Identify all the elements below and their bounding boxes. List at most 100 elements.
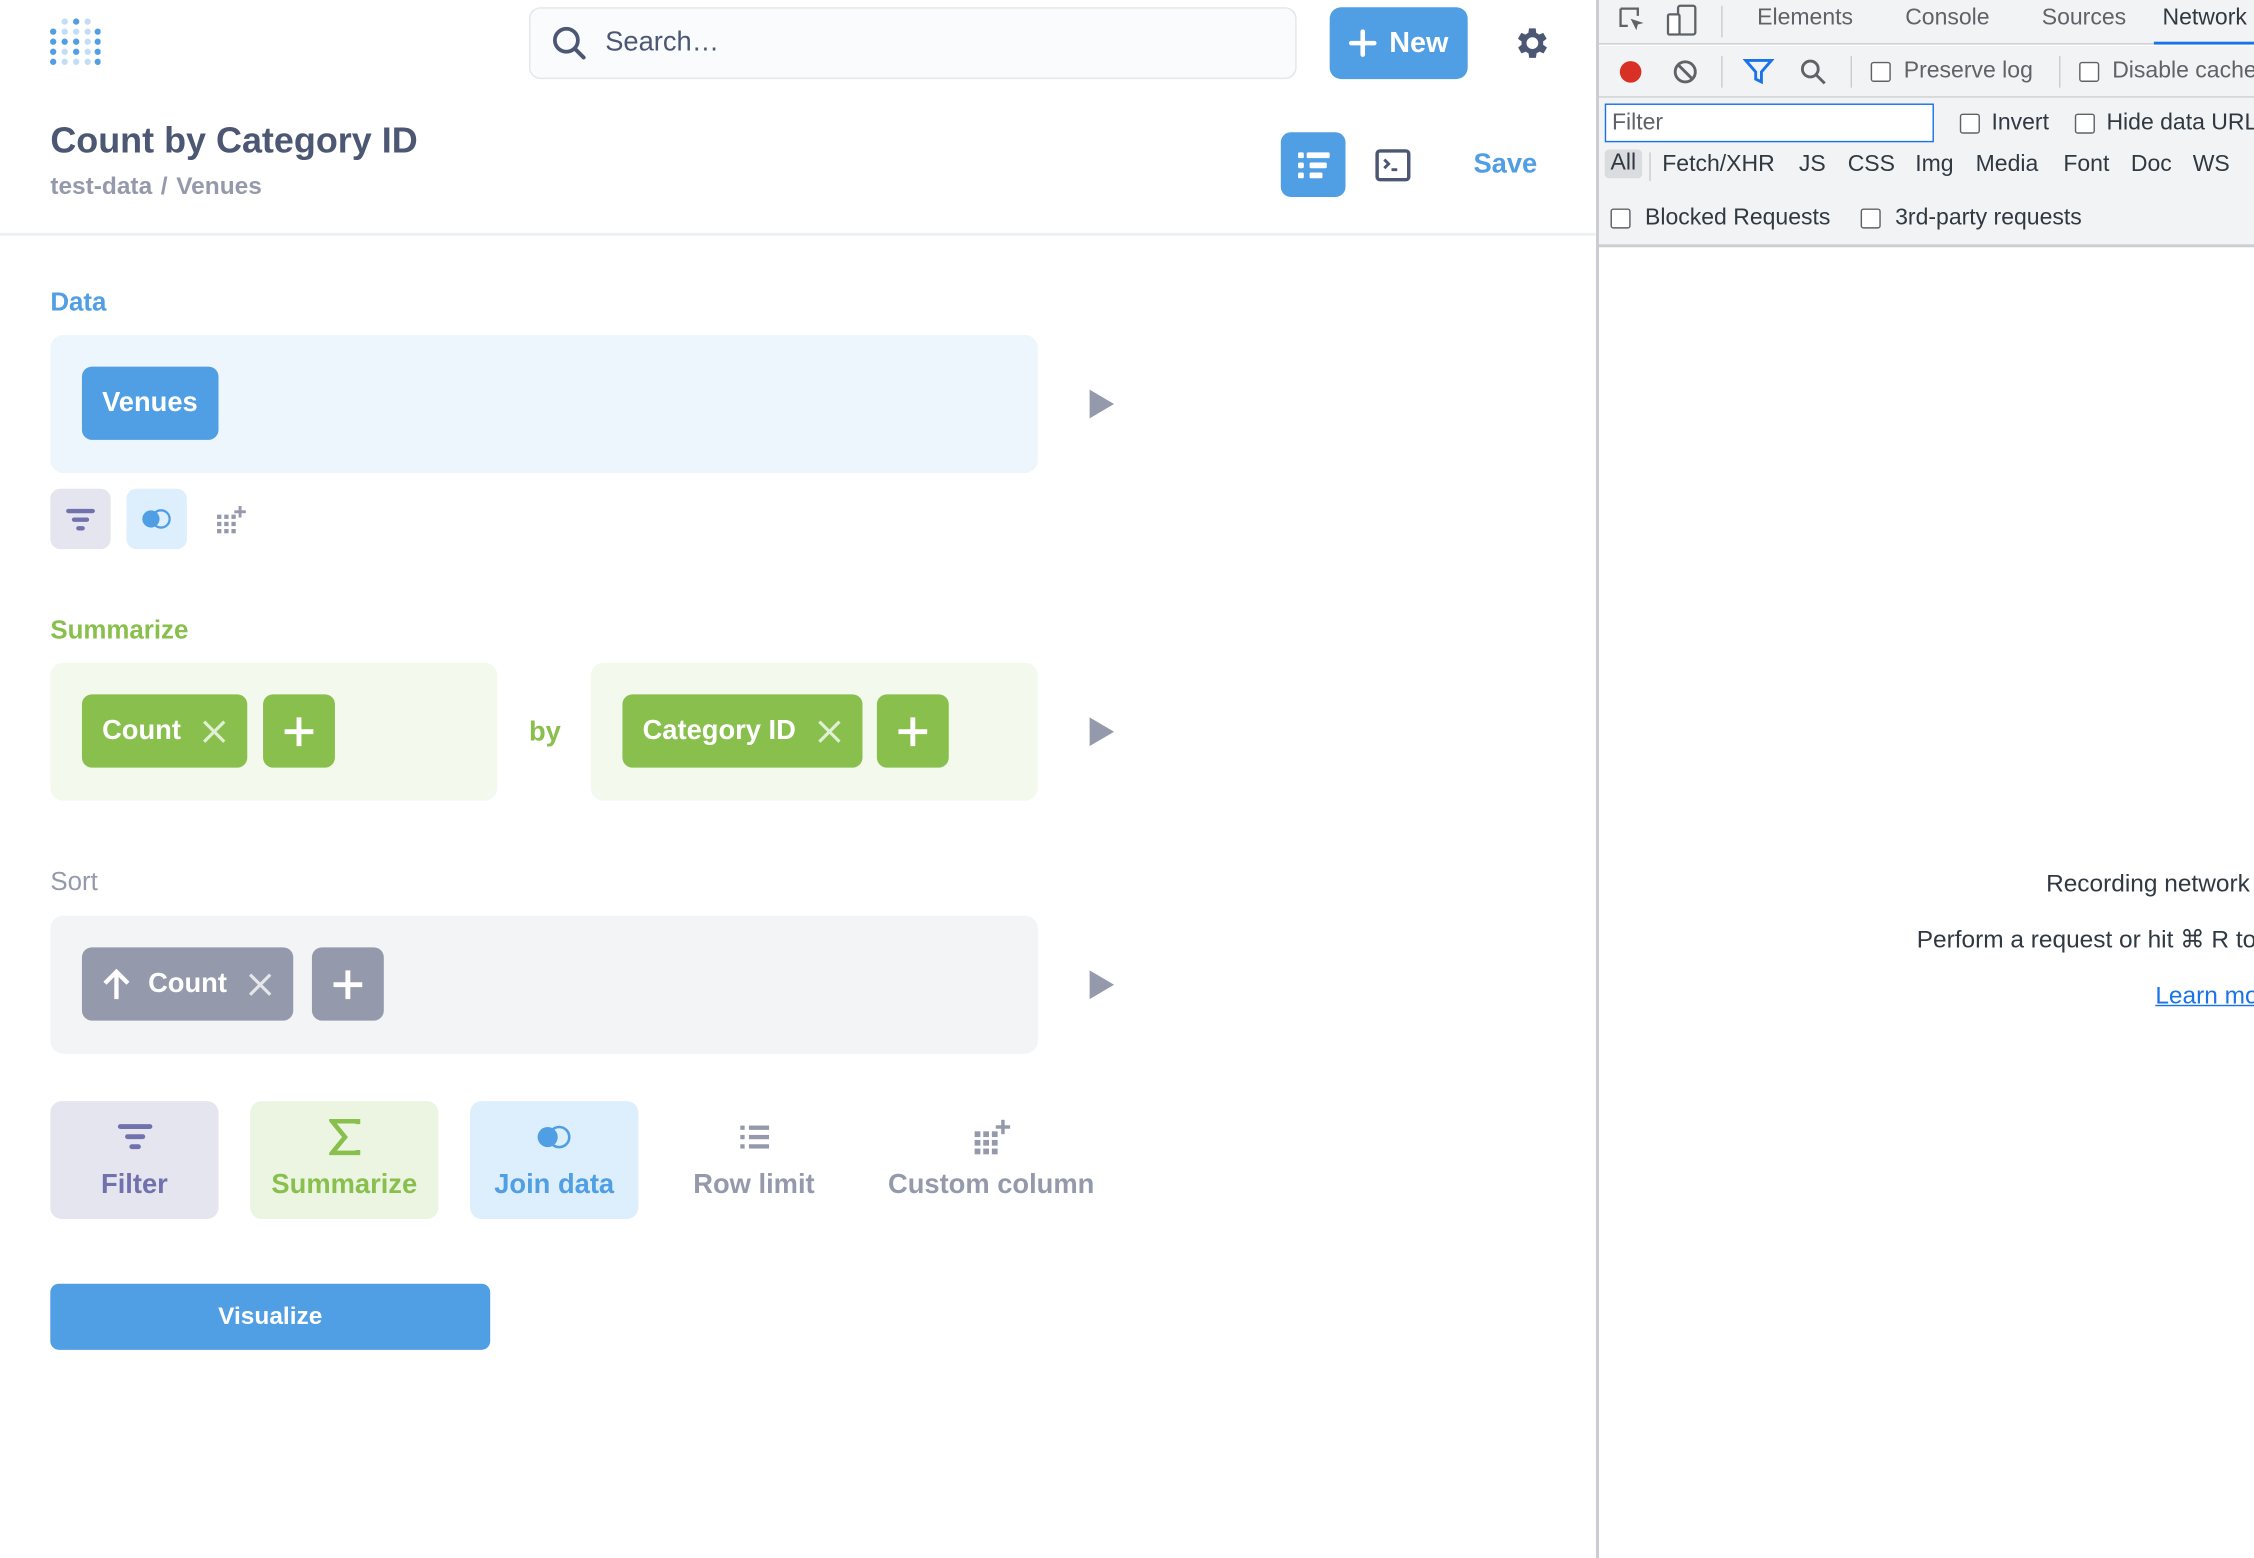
remove-breakout-icon[interactable] [816, 718, 842, 744]
row-limit-action-label: Row limit [693, 1170, 815, 1201]
type-filter-css[interactable]: CSS [1848, 152, 1895, 178]
metabase-logo-icon[interactable] [49, 14, 101, 72]
type-filter-doc[interactable]: Doc [2131, 152, 2172, 178]
new-button[interactable]: New [1329, 7, 1468, 80]
preview-summarize-play-icon[interactable] [1087, 716, 1116, 748]
add-metric-button[interactable] [263, 694, 335, 768]
metric-label: Count [102, 715, 181, 746]
blocked-requests-checkbox[interactable] [1610, 208, 1631, 229]
breakout-pill-category-id[interactable]: Category ID [622, 694, 862, 768]
add-row-limit-action[interactable]: Row limit [670, 1101, 838, 1219]
gear-icon[interactable] [1512, 23, 1552, 63]
top-nav: New [0, 0, 1596, 89]
mini-custom-column-button[interactable] [201, 489, 261, 549]
remove-sort-icon[interactable] [247, 971, 273, 997]
network-toolbar: Preserve log Disable cache [1599, 46, 2254, 98]
record-icon[interactable] [1616, 58, 1645, 87]
custom-column-icon [217, 506, 246, 534]
tab-console[interactable]: Console [1905, 6, 1989, 32]
devtools-tabbar: Elements Console Sources Network [1599, 0, 2254, 45]
sigma-icon [328, 1118, 360, 1156]
preserve-log-checkbox[interactable] [1870, 61, 1891, 82]
tab-network[interactable]: Network [2163, 6, 2247, 32]
network-filter-bar: Invert Hide data URLs All Fetch/XHR JS C… [1599, 97, 2254, 248]
preview-sort-play-icon[interactable] [1087, 969, 1116, 1001]
data-table-label: Venues [102, 387, 198, 418]
toolbar-divider [2059, 56, 2061, 88]
preview-data-play-icon[interactable] [1087, 388, 1116, 420]
save-button[interactable]: Save [1473, 150, 1537, 182]
plus-icon [898, 716, 928, 746]
data-table-pill[interactable]: Venues [81, 366, 218, 440]
filter-icon [117, 1124, 152, 1150]
metric-pill-count[interactable]: Count [81, 694, 248, 768]
preserve-log-label: Preserve log [1903, 58, 2033, 84]
third-party-checkbox[interactable] [1860, 208, 1881, 229]
network-filter-input[interactable] [1604, 103, 1934, 143]
funnel-filter-icon[interactable] [1742, 58, 1775, 87]
sort-pill-count[interactable]: Count [81, 947, 294, 1021]
breadcrumb-database[interactable]: test-data [50, 173, 152, 200]
hide-data-urls-label: Hide data URLs [2106, 110, 2254, 136]
add-breakout-button[interactable] [876, 694, 949, 768]
data-step-box: Venues [50, 334, 1038, 473]
search-icon[interactable] [1799, 58, 1828, 87]
search-bar[interactable] [529, 7, 1297, 80]
join-icon [536, 1125, 570, 1149]
tab-elements[interactable]: Elements [1757, 6, 1853, 32]
new-button-label: New [1389, 26, 1449, 59]
toolbar-divider [1721, 56, 1723, 88]
sort-step-box: Count [50, 915, 1038, 1054]
empty-state-hint: Perform a request or hit ⌘ R to record t… [1916, 925, 2254, 954]
mini-filter-button[interactable] [50, 488, 111, 550]
type-filter-img[interactable]: Img [1915, 152, 1953, 178]
search-input[interactable] [605, 27, 1209, 59]
visualize-button[interactable]: Visualize [50, 1283, 491, 1350]
third-party-label: 3rd-party requests [1895, 205, 2082, 230]
add-filter-action[interactable]: Filter [50, 1101, 219, 1219]
mini-join-button[interactable] [126, 488, 187, 550]
remove-metric-icon[interactable] [201, 718, 227, 744]
toolbar-divider [1850, 56, 1852, 88]
type-filter-font[interactable]: Font [2063, 152, 2109, 178]
summarize-step-label: Summarize [50, 615, 189, 644]
metric-box: Count [50, 662, 498, 801]
sort-field-label: Count [148, 968, 227, 999]
custom-column-icon [973, 1119, 1010, 1155]
add-custom-column-action[interactable]: Custom column [870, 1101, 1113, 1219]
sort-step-label: Sort [50, 866, 98, 896]
join-icon [142, 509, 171, 529]
type-filter-ws[interactable]: WS [2193, 152, 2230, 178]
notebook-toggle-button[interactable] [1280, 132, 1346, 197]
hide-data-urls-checkbox[interactable] [2074, 113, 2095, 134]
type-filter-all[interactable]: All [1604, 149, 1642, 179]
terminal-icon [1375, 149, 1411, 182]
list-icon [739, 1125, 769, 1149]
invert-checkbox[interactable] [1959, 113, 1980, 134]
data-step-label: Data [50, 287, 107, 317]
type-filter-fetch-xhr[interactable]: Fetch/XHR [1662, 152, 1774, 178]
by-label: by [529, 717, 561, 748]
metabase-app: New Count by Category ID test-data / Venue… [0, 0, 1596, 1558]
view-sql-button[interactable] [1371, 144, 1414, 187]
question-title[interactable]: Count by Category ID [50, 121, 417, 163]
add-summarize-action[interactable]: Summarize [250, 1101, 439, 1219]
add-sort-button[interactable] [311, 947, 384, 1021]
inspect-element-icon[interactable] [1616, 4, 1648, 36]
breadcrumb-table[interactable]: Venues [176, 173, 262, 200]
type-filter-media[interactable]: Media [1976, 152, 2039, 178]
disable-cache-label: Disable cache [2112, 58, 2254, 84]
plus-icon [333, 969, 363, 999]
devtools-panel: Elements Console Sources Network Preserv… [1596, 0, 2254, 1558]
arrow-up-icon [103, 967, 130, 999]
tab-sources[interactable]: Sources [2042, 6, 2126, 32]
clear-icon[interactable] [1671, 58, 1700, 87]
add-join-action[interactable]: Join data [470, 1101, 639, 1219]
disable-cache-checkbox[interactable] [2079, 61, 2100, 82]
search-icon [553, 26, 586, 60]
type-filter-js[interactable]: JS [1799, 152, 1826, 178]
filter-icon [66, 508, 95, 531]
learn-more-link[interactable]: Learn more [2155, 982, 2254, 1011]
notebook-icon [1297, 151, 1329, 178]
device-toolbar-icon[interactable] [1665, 4, 1700, 36]
